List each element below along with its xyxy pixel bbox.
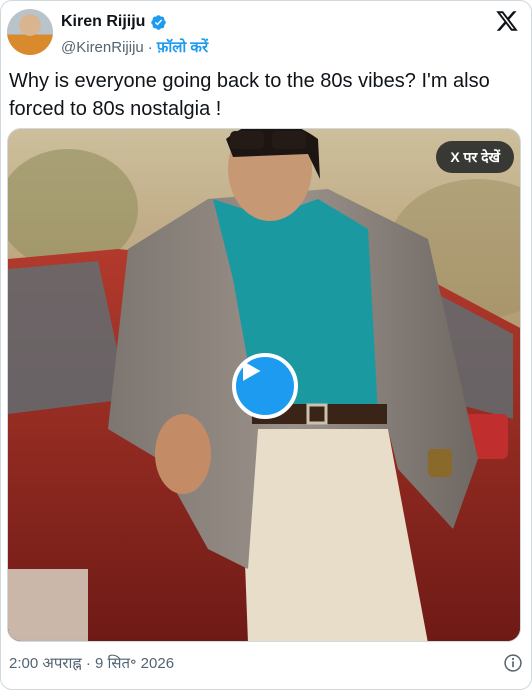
tweet-timestamp[interactable]: 2:00 अपराह्न · 9 सित॰ 2026	[9, 655, 174, 672]
avatar[interactable]	[7, 9, 53, 55]
play-icon	[243, 361, 261, 381]
tweet-text: Why is everyone going back to the 80s vi…	[9, 70, 490, 120]
embedded-tweet-card: Kiren Rijiju @KirenRijiju · फ़ॉलो करें W…	[0, 0, 532, 690]
info-icon[interactable]	[503, 653, 523, 673]
x-logo-icon[interactable]	[495, 9, 519, 33]
tweet-footer: 2:00 अपराह्न · 9 सित॰ 2026	[9, 653, 523, 675]
verified-badge-icon	[151, 14, 167, 30]
video-thumbnail[interactable]: X पर देखें	[7, 128, 521, 642]
tweet-header: Kiren Rijiju @KirenRijiju · फ़ॉलो करें	[7, 9, 523, 57]
author-handle-row: @KirenRijiju · फ़ॉलो करें	[61, 37, 208, 57]
author-name-row: Kiren Rijiju	[61, 13, 167, 31]
follow-button[interactable]: फ़ॉलो करें	[157, 37, 208, 57]
watch-on-x-button[interactable]: X पर देखें	[436, 141, 514, 173]
play-button[interactable]	[232, 353, 298, 419]
author-name[interactable]: Kiren Rijiju	[61, 13, 145, 31]
separator: ·	[147, 38, 153, 56]
author-handle[interactable]: @KirenRijiju	[61, 39, 144, 56]
